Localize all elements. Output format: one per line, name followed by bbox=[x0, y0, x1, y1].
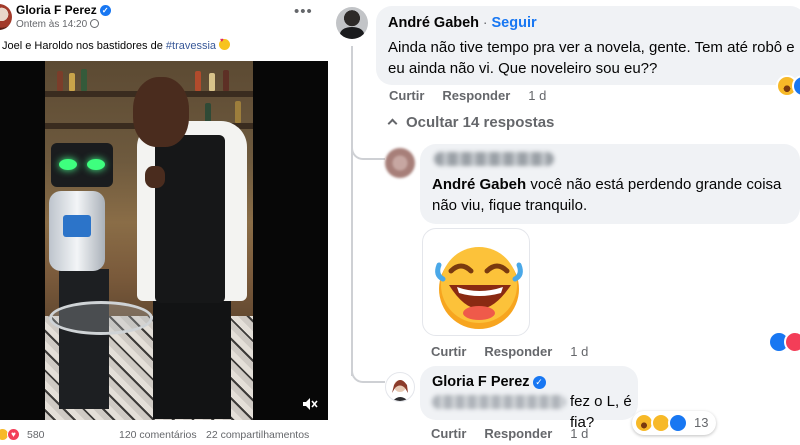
shares-count[interactable]: 22 compartilhamentos bbox=[206, 429, 309, 441]
facebook-post: Gloria F Perez ✓ Ontem às 14:20 ••• Joel … bbox=[0, 0, 332, 445]
comment-age[interactable]: 1 d bbox=[570, 426, 588, 441]
post-timestamp[interactable]: Ontem às 14:20 bbox=[16, 19, 87, 30]
robot bbox=[51, 143, 113, 187]
comment-age[interactable]: 1 d bbox=[570, 344, 588, 359]
hashtag-link[interactable]: #travessia bbox=[166, 40, 216, 52]
post-text-body: Joel e Haroldo nos bastidores de bbox=[2, 40, 166, 52]
heart-eyes-emoji-icon bbox=[219, 38, 231, 50]
post-author[interactable]: Gloria F Perez ✓ bbox=[16, 3, 111, 17]
globe-icon bbox=[90, 19, 100, 28]
blurred-avatar[interactable] bbox=[385, 148, 415, 178]
comment-text: André Gabeh você não está perdendo grand… bbox=[432, 174, 792, 216]
separator: · bbox=[479, 14, 492, 30]
comment-header: André Gabeh · Seguir bbox=[388, 14, 537, 32]
comment-reactions[interactable] bbox=[768, 331, 800, 353]
thread-connector bbox=[351, 355, 385, 383]
reply-button[interactable]: Responder bbox=[484, 426, 552, 441]
comment-bubble: Gloria F Perez ✓ fez o L, é fia? bbox=[420, 366, 638, 431]
chevron-up-icon bbox=[387, 118, 398, 129]
author-avatar[interactable] bbox=[0, 4, 12, 30]
post-text: Joel e Haroldo nos bastidores de #traves… bbox=[2, 38, 231, 52]
comment-age[interactable]: 1 d bbox=[528, 88, 546, 103]
hide-replies-button[interactable]: Ocultar 14 respostas bbox=[387, 114, 555, 131]
comment-bubble: André Gabeh · Seguir Ainda não tive temp… bbox=[376, 6, 800, 85]
love-reaction-icon bbox=[784, 331, 800, 353]
commenter-avatar[interactable] bbox=[336, 7, 368, 39]
love-reaction-icon: ♥ bbox=[7, 428, 20, 441]
comment-author[interactable]: André Gabeh bbox=[388, 15, 479, 31]
like-reaction-icon bbox=[668, 413, 688, 433]
post-footer: ♥ 580 120 comentários 22 compartilhament… bbox=[0, 426, 332, 445]
laughing-sticker[interactable] bbox=[422, 228, 530, 336]
blurred-author-name[interactable] bbox=[434, 152, 554, 166]
mute-icon[interactable] bbox=[302, 397, 318, 411]
waiter bbox=[133, 77, 189, 147]
comments-count[interactable]: 120 comentários bbox=[119, 429, 197, 441]
comment-reactions[interactable] bbox=[776, 75, 800, 97]
comment-actions: Curtir Responder 1 d bbox=[389, 88, 564, 103]
comment-text: Ainda não tive tempo pra ver a novela, g… bbox=[388, 39, 795, 77]
more-options-icon[interactable]: ••• bbox=[294, 3, 313, 20]
reaction-count[interactable]: 580 bbox=[27, 429, 45, 441]
blurred-mention[interactable] bbox=[432, 395, 566, 409]
comments-panel: André Gabeh · Seguir Ainda não tive temp… bbox=[332, 0, 800, 445]
comment-reactions[interactable]: 13 bbox=[632, 411, 716, 435]
laughing-emoji-icon bbox=[435, 247, 523, 329]
verified-badge-icon: ✓ bbox=[99, 5, 111, 16]
like-button[interactable]: Curtir bbox=[431, 426, 466, 441]
comment-bubble: André Gabeh você não está perdendo grand… bbox=[420, 144, 800, 224]
verified-badge-icon: ✓ bbox=[532, 376, 546, 389]
follow-button[interactable]: Seguir bbox=[492, 15, 537, 31]
mention-link[interactable]: André Gabeh bbox=[432, 176, 526, 193]
commenter-avatar[interactable] bbox=[385, 372, 415, 402]
reply-button[interactable]: Responder bbox=[484, 344, 552, 359]
like-button[interactable]: Curtir bbox=[389, 88, 424, 103]
post-author-name[interactable]: Gloria F Perez bbox=[16, 3, 97, 17]
video-frame bbox=[45, 61, 253, 420]
post-video[interactable] bbox=[0, 61, 328, 420]
thread-connector bbox=[351, 130, 385, 160]
post-meta: Ontem às 14:20 bbox=[16, 19, 100, 30]
reaction-count: 13 bbox=[694, 415, 709, 430]
hide-replies-label: Ocultar 14 respostas bbox=[406, 114, 555, 131]
like-button[interactable]: Curtir bbox=[431, 344, 466, 359]
comment-header: Gloria F Perez ✓ bbox=[432, 373, 546, 391]
reaction-icons[interactable]: ♥ bbox=[0, 428, 22, 441]
reply-button[interactable]: Responder bbox=[442, 88, 510, 103]
comment-actions: Curtir Responder 1 d bbox=[431, 344, 606, 359]
comment-author[interactable]: Gloria F Perez bbox=[432, 374, 530, 390]
comment-actions: Curtir Responder 1 d bbox=[431, 426, 606, 441]
thread-line bbox=[351, 46, 353, 376]
